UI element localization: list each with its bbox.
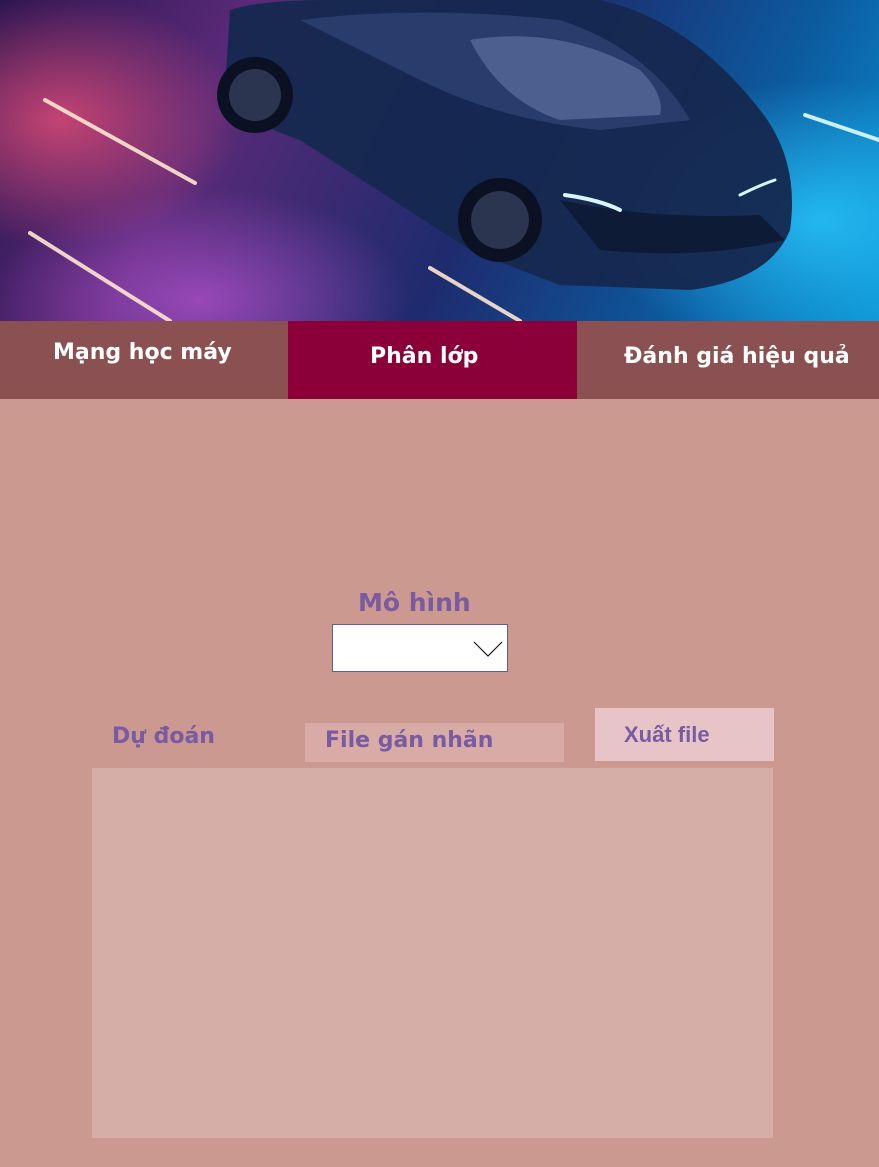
tab-label: Đánh giá hiệu quả	[624, 344, 850, 369]
tab-performance-evaluation[interactable]: Đánh giá hiệu quả	[577, 321, 879, 399]
chevron-down-icon	[473, 641, 503, 657]
banner-car-illustration	[28, 0, 879, 321]
labeled-file-field[interactable]: File gán nhãn	[305, 723, 564, 762]
prediction-results-panel	[92, 768, 773, 1138]
labeled-file-field-value: File gán nhãn	[325, 728, 494, 753]
car-banner-image	[0, 0, 879, 321]
tab-machine-learning[interactable]: Mạng học máy	[0, 321, 288, 399]
tab-label: Mạng học máy	[53, 340, 232, 365]
prediction-label: Dự đoán	[112, 724, 215, 749]
model-dropdown[interactable]	[332, 624, 508, 672]
export-file-button-label: Xuất file	[624, 722, 710, 747]
tab-label: Phân lớp	[370, 344, 479, 369]
export-file-button[interactable]: Xuất file	[595, 708, 774, 761]
tab-bar: Mạng học máy Phân lớp Đánh giá hiệu quả	[0, 321, 879, 399]
tab-classification[interactable]: Phân lớp	[288, 321, 577, 399]
model-label: Mô hình	[358, 588, 471, 617]
